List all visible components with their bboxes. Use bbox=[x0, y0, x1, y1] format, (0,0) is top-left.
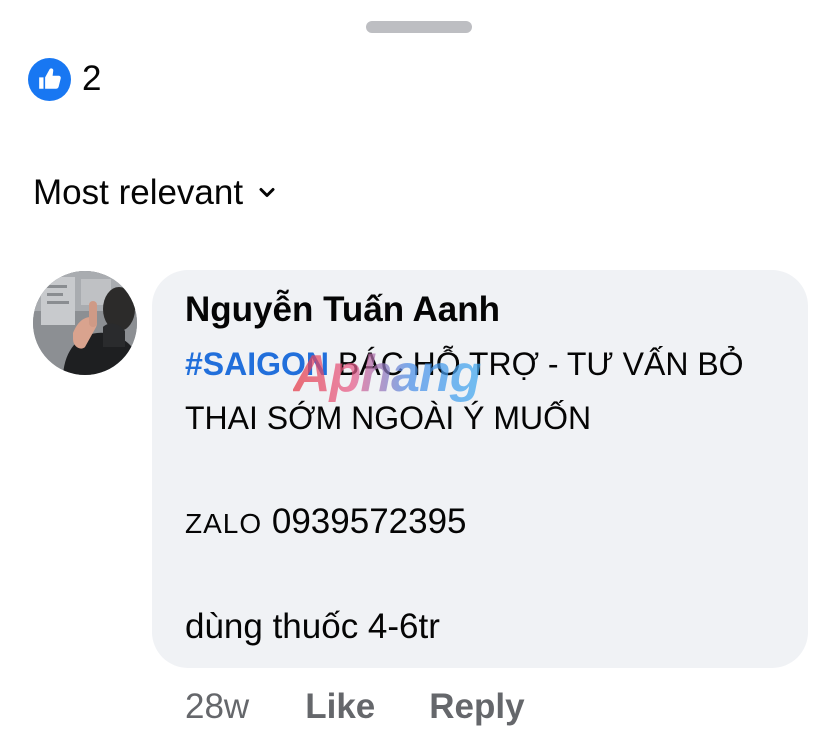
thumbs-up-glyph bbox=[38, 68, 61, 89]
comment-bubble[interactable]: Nguyễn Tuấn Aanh #SAIGON BÁC HỖ TRỢ - TƯ… bbox=[152, 270, 808, 668]
comment-line-1: #SAIGON BÁC HỖ TRỢ - TƯ VẤN BỎ bbox=[185, 346, 744, 383]
thumbs-up-icon bbox=[28, 57, 71, 101]
comment-line-1-text: BÁC HỖ TRỢ - TƯ VẤN BỎ bbox=[329, 346, 744, 382]
comment-line-4: dùng thuốc 4-6tr bbox=[185, 607, 440, 646]
comment-author[interactable]: Nguyễn Tuấn Aanh bbox=[185, 290, 500, 330]
like-button[interactable]: Like bbox=[305, 687, 375, 727]
hashtag-link[interactable]: #SAIGON bbox=[185, 346, 329, 382]
zalo-number: 0939572395 bbox=[262, 502, 467, 541]
sort-dropdown[interactable]: Most relevant bbox=[33, 170, 275, 216]
chevron-down-icon bbox=[259, 187, 275, 199]
zalo-label: ZALO bbox=[185, 508, 263, 539]
drag-handle[interactable] bbox=[366, 21, 472, 33]
comment-actions: 28w Like Reply bbox=[185, 684, 525, 730]
comment-line-3: ZALO 0939572395 bbox=[185, 502, 467, 542]
comment-timestamp[interactable]: 28w bbox=[185, 687, 249, 727]
chevron-glyph bbox=[259, 188, 275, 197]
sort-label: Most relevant bbox=[33, 173, 244, 212]
reaction-count: 2 bbox=[82, 59, 102, 98]
comments-sheet: 2 Most relevant Nguyễn Tuấn Aanh #SAIGON… bbox=[0, 0, 840, 756]
reaction-summary[interactable]: 2 bbox=[28, 56, 101, 102]
reply-button[interactable]: Reply bbox=[429, 687, 524, 727]
avatar[interactable] bbox=[33, 271, 137, 375]
avatar-photo bbox=[33, 271, 137, 375]
comment-line-2: THAI SỚM NGOÀI Ý MUỐN bbox=[185, 400, 592, 436]
